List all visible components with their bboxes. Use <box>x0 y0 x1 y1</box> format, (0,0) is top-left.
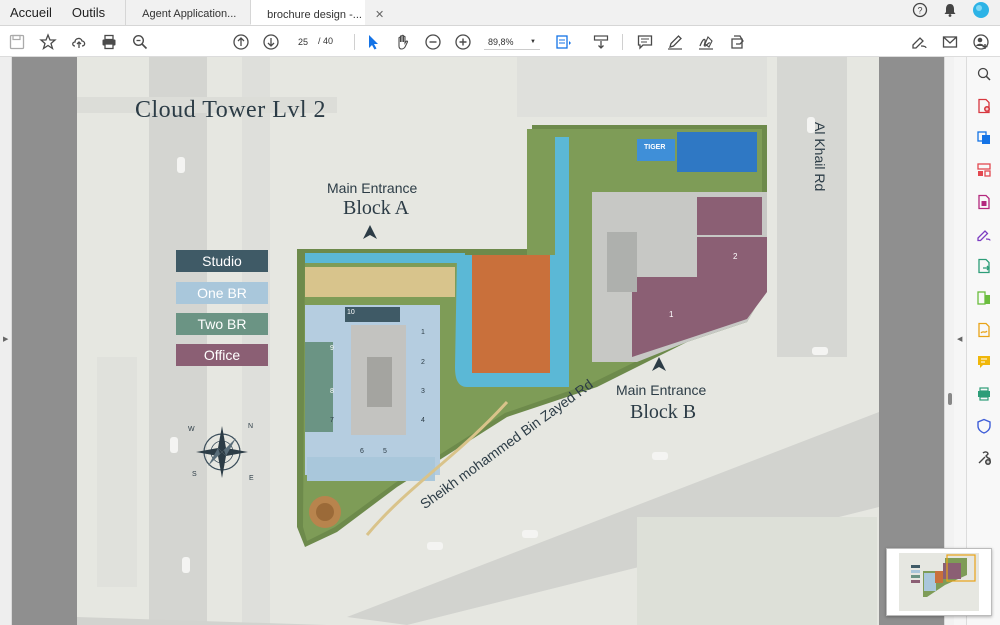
fill-sign-icon[interactable] <box>975 225 993 243</box>
unit-number: 7 <box>330 417 334 424</box>
page-number-input[interactable] <box>292 35 314 49</box>
entrance-a-block: Block A <box>343 197 410 219</box>
cloud-upload-icon[interactable] <box>68 31 90 53</box>
compass-w: W <box>188 426 195 433</box>
comment-tool-icon[interactable] <box>975 353 993 371</box>
unit-number: 8 <box>330 388 334 395</box>
unit-number: 3 <box>421 388 425 395</box>
expand-arrow-icon: ▶ <box>3 336 9 343</box>
collapse-arrow-icon: ◀ <box>957 336 963 343</box>
left-panel-toggle[interactable]: ▶ <box>0 57 12 625</box>
menu-home[interactable]: Accueil <box>0 0 62 25</box>
close-tab-icon[interactable]: ✕ <box>375 9 384 21</box>
pdf-page: Cloud Tower Lvl 2 Main Entrance Block A … <box>77 57 879 625</box>
zoom-level-select[interactable]: 89,8% ▼ <box>484 34 540 50</box>
document-viewport[interactable]: Cloud Tower Lvl 2 Main Entrance Block A … <box>12 57 944 625</box>
organize-pages-icon[interactable] <box>975 161 993 179</box>
mail-icon[interactable] <box>939 31 961 53</box>
unit-number: 4 <box>421 417 425 424</box>
export-pdf-icon[interactable] <box>975 257 993 275</box>
notifications-bell-icon[interactable] <box>942 2 958 23</box>
create-pdf-icon[interactable] <box>975 97 993 115</box>
entrance-b-block: Block B <box>630 401 697 423</box>
main-toolbar: / 40 89,8% ▼ <box>0 26 1000 57</box>
road-label-al-khail: Al Khail Rd <box>812 122 828 192</box>
hand-tool-icon[interactable] <box>392 31 414 53</box>
more-tools-icon[interactable] <box>975 449 993 467</box>
previous-page-icon[interactable] <box>230 31 252 53</box>
office-number: 2 <box>733 252 738 261</box>
unit-number: 2 <box>421 359 425 366</box>
compass-e: E <box>249 475 254 482</box>
svg-text:?: ? <box>917 6 922 16</box>
highlight-pen-icon[interactable] <box>664 31 686 53</box>
add-user-icon[interactable] <box>970 31 992 53</box>
user-avatar[interactable] <box>972 1 990 24</box>
compress-pdf-icon[interactable] <box>975 193 993 211</box>
playground <box>305 267 455 297</box>
zoom-search-icon[interactable] <box>129 31 151 53</box>
plan-title: Cloud Tower Lvl 2 <box>135 97 327 123</box>
legend-one-br: One BR <box>176 282 268 304</box>
page-total-label: / 40 <box>318 36 334 46</box>
print-icon[interactable] <box>98 31 120 53</box>
fit-page-icon[interactable] <box>552 31 574 53</box>
edit-link-icon[interactable] <box>908 31 930 53</box>
street-vertical-left <box>149 57 207 625</box>
pool-sign: TIGER <box>644 144 666 151</box>
legend-two-br: Two BR <box>176 313 268 335</box>
tab-agent-application[interactable]: Agent Application... <box>125 0 250 25</box>
share-icon[interactable] <box>726 31 748 53</box>
unit-number: 9 <box>330 345 334 352</box>
unit-number: 10 <box>347 309 355 316</box>
help-icon[interactable]: ? <box>912 2 928 23</box>
page-thumbnail-image <box>899 553 979 611</box>
edit-pdf-icon[interactable] <box>975 289 993 307</box>
tab-brochure-design[interactable]: brochure design -... ✕ <box>250 0 384 25</box>
comment-icon[interactable] <box>634 31 656 53</box>
sports-court <box>472 255 550 373</box>
tools-pane <box>966 57 1000 625</box>
pool <box>677 132 757 172</box>
zoom-value: 89,8% <box>488 36 514 47</box>
request-signatures-icon[interactable] <box>975 321 993 339</box>
save-icon[interactable] <box>6 31 28 53</box>
compass-n: N <box>248 423 254 430</box>
toolbar-divider <box>354 34 355 50</box>
entrance-a-label: Main Entrance <box>327 180 418 196</box>
scrollbar-thumb[interactable] <box>948 393 952 405</box>
tab-label: Agent Application... <box>142 8 237 20</box>
scroll-mode-icon[interactable] <box>590 31 612 53</box>
tab-label: brochure design -... <box>267 9 362 21</box>
search-zoom-icon[interactable] <box>975 65 993 83</box>
bookmark-star-icon[interactable] <box>37 31 59 53</box>
right-panel-toggle[interactable]: ◀ <box>954 57 966 625</box>
zoom-out-icon[interactable] <box>422 31 444 53</box>
menu-tools[interactable]: Outils <box>62 0 125 25</box>
site-plan-map <box>77 57 879 625</box>
protect-shield-icon[interactable] <box>975 417 993 435</box>
select-cursor-icon[interactable] <box>362 31 384 53</box>
legend-studio: Studio <box>176 250 268 272</box>
tab-bar: Accueil Outils Agent Application... broc… <box>0 0 1000 26</box>
page-thumbnail-navigator[interactable] <box>886 548 992 616</box>
vertical-scrollbar[interactable] <box>944 57 954 625</box>
unit-number: 1 <box>421 329 425 336</box>
entrance-b-label: Main Entrance <box>616 382 707 398</box>
street-al-khail <box>777 57 847 357</box>
unit-number: 5 <box>383 448 387 455</box>
office-number: 1 <box>669 310 674 319</box>
scan-ocr-icon[interactable] <box>975 385 993 403</box>
combine-files-icon[interactable] <box>975 129 993 147</box>
chevron-down-icon: ▼ <box>530 38 536 45</box>
next-page-icon[interactable] <box>260 31 282 53</box>
zoom-in-icon[interactable] <box>452 31 474 53</box>
sign-icon[interactable] <box>695 31 717 53</box>
compass-s: S <box>192 471 197 478</box>
toolbar-divider <box>622 34 623 50</box>
unit-number: 6 <box>360 448 364 455</box>
legend-office: Office <box>176 344 268 366</box>
